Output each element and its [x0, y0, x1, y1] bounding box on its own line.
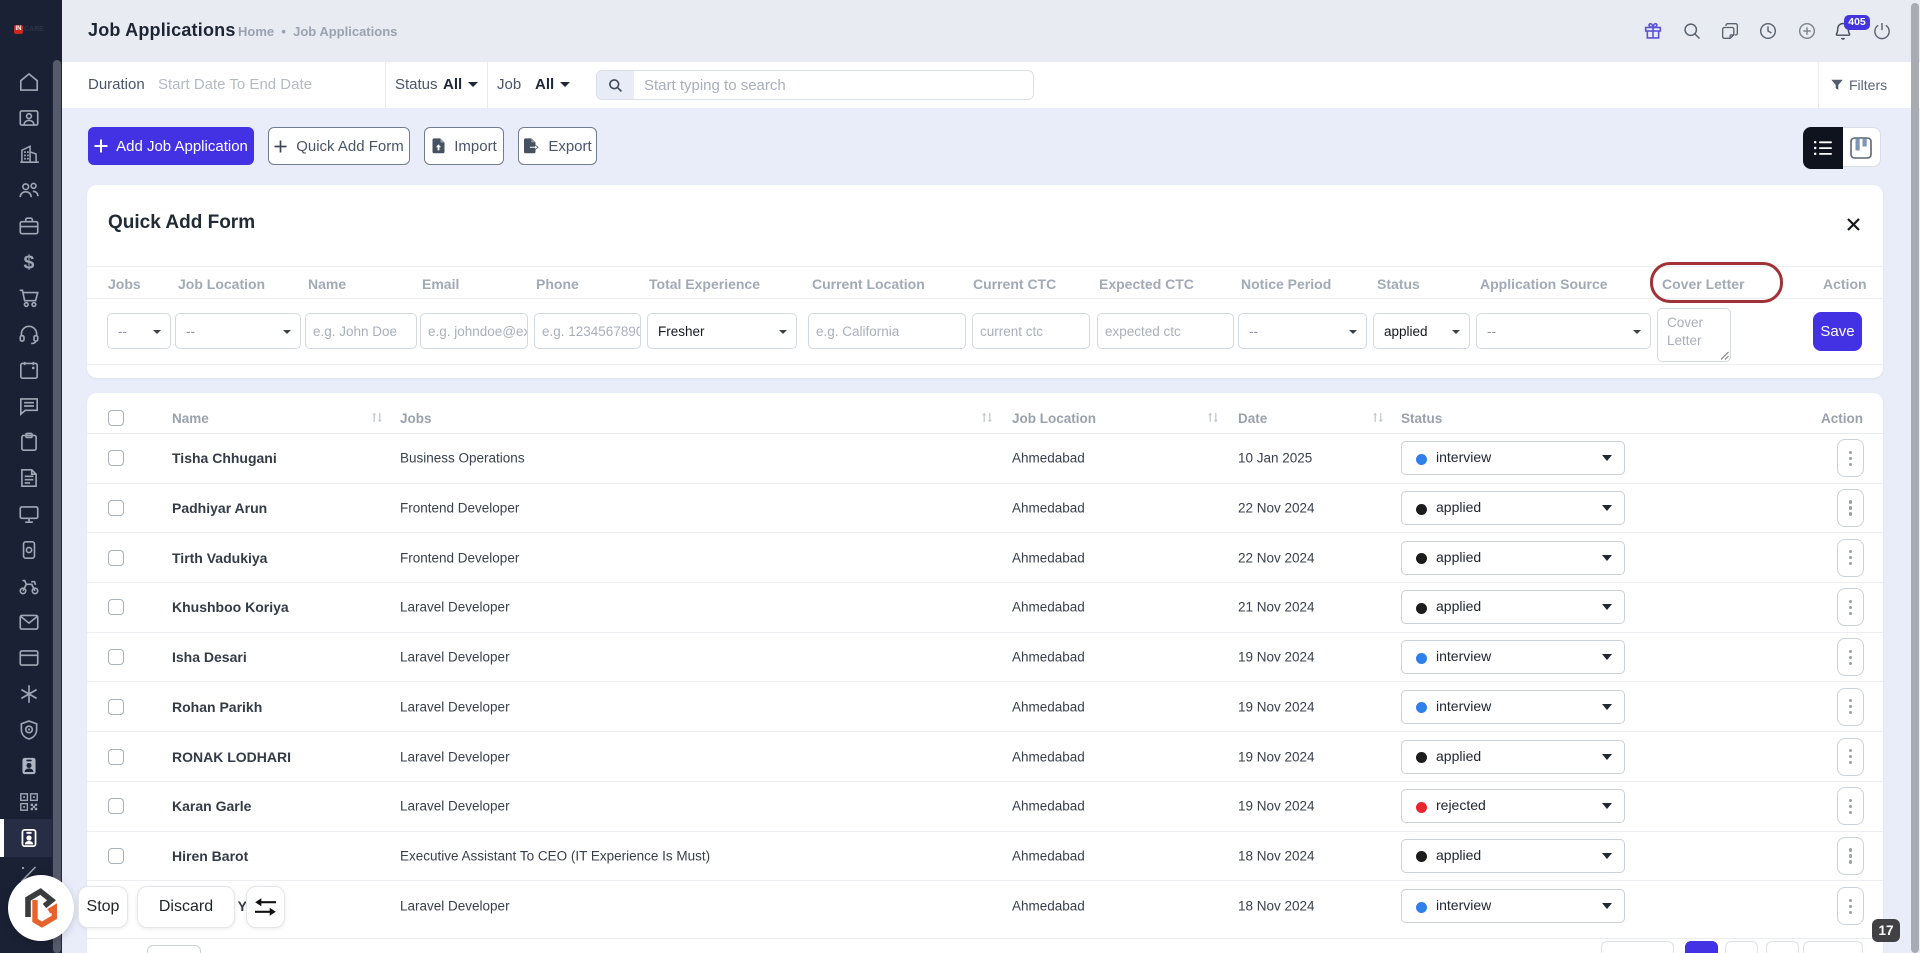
svg-text:$: $	[24, 252, 35, 274]
